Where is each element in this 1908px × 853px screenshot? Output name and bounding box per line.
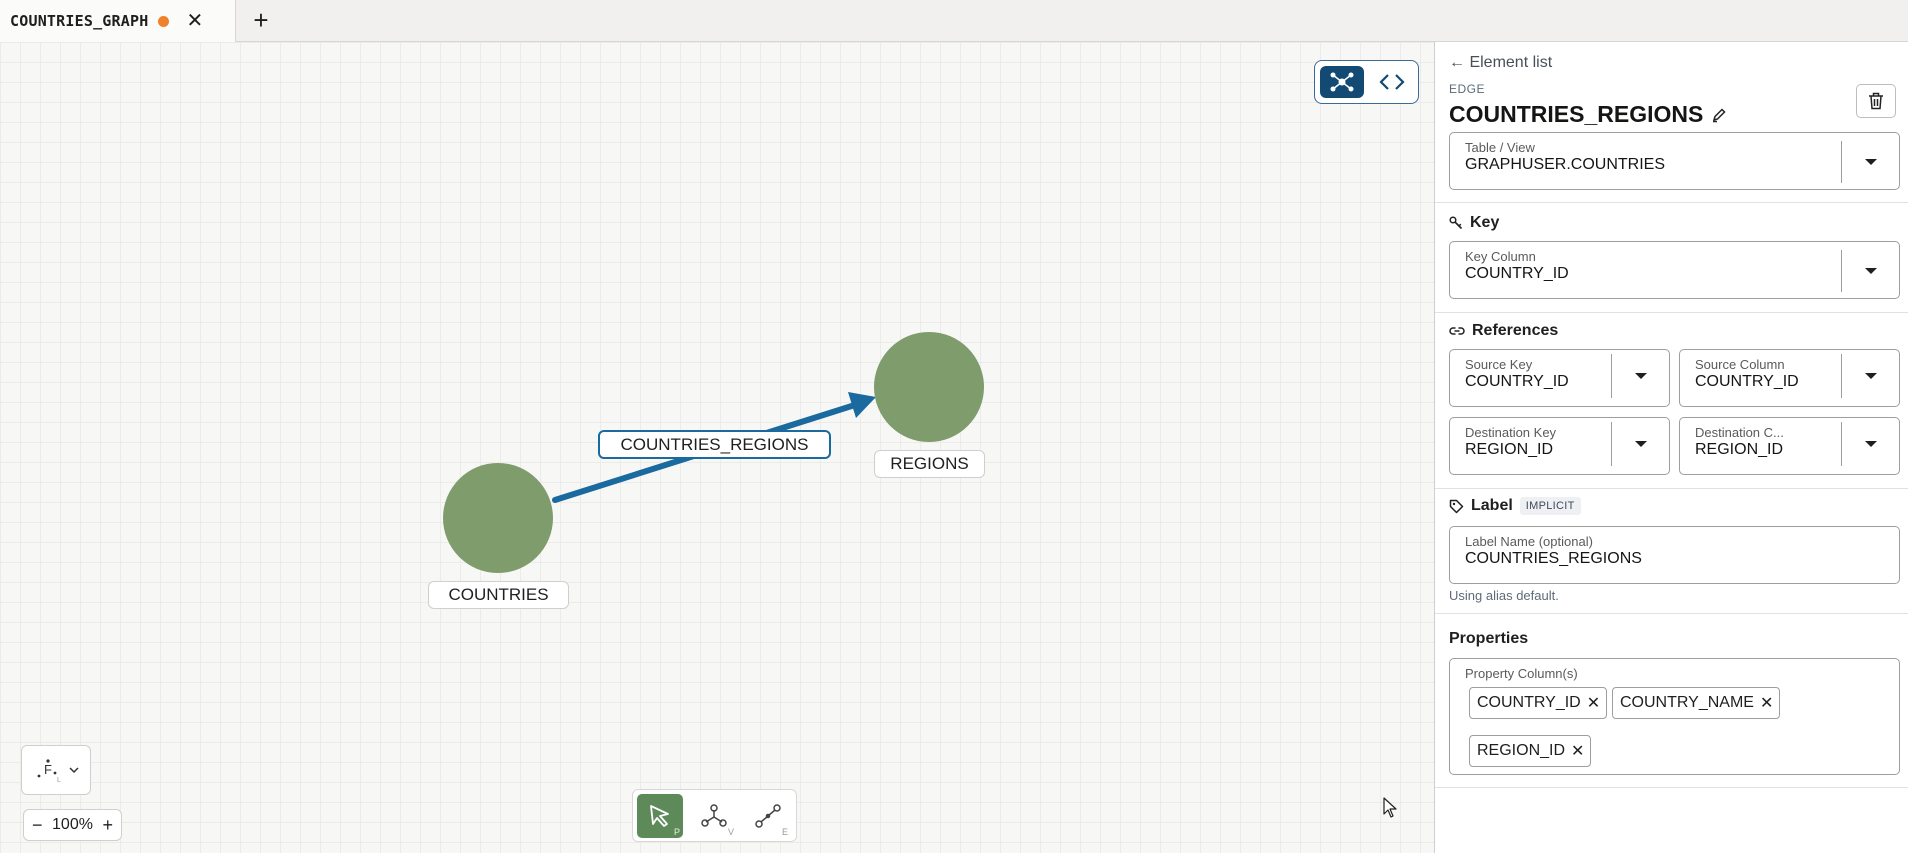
graph-network-icon <box>1330 72 1354 92</box>
vertex-tool-hint: V <box>727 827 734 837</box>
zoom-level: 100% <box>52 816 93 833</box>
edge-tool-hint: E <box>781 827 788 837</box>
select-tool-button[interactable]: P <box>637 794 683 838</box>
edge-label[interactable]: COUNTRIES_REGIONS <box>598 430 831 459</box>
source-key-select[interactable]: Source Key COUNTRY_ID <box>1449 349 1670 407</box>
property-columns-label: Property Column(s) <box>1465 666 1578 681</box>
property-columns-input[interactable]: Property Column(s) COUNTRY_ID ✕ COUNTRY_… <box>1449 658 1900 775</box>
chip-label: REGION_ID <box>1477 742 1566 759</box>
source-key-dropdown-icon[interactable] <box>1611 354 1669 398</box>
divider <box>1435 202 1908 203</box>
chevron-down-icon <box>69 767 79 774</box>
chip-label: COUNTRY_ID <box>1477 694 1581 711</box>
properties-heading-text: Properties <box>1449 630 1529 647</box>
destination-key-label: Destination Key <box>1465 425 1557 440</box>
edge-arrowhead <box>848 392 876 418</box>
link-icon <box>1449 327 1465 335</box>
key-column-value: COUNTRY_ID <box>1465 265 1569 282</box>
divider <box>1435 312 1908 313</box>
code-brackets-icon <box>1379 74 1405 90</box>
property-chip-country-name: COUNTRY_NAME ✕ <box>1612 687 1781 719</box>
destination-column-value: REGION_ID <box>1695 441 1784 458</box>
table-view-label: Table / View <box>1465 140 1535 155</box>
zoom-in-button[interactable]: + <box>102 815 113 836</box>
key-icon <box>1449 216 1463 230</box>
references-section-heading: References <box>1449 322 1558 340</box>
graph-drawing <box>443 332 984 573</box>
element-title-text: COUNTRIES_REGIONS <box>1449 101 1704 127</box>
destination-key-value: REGION_ID <box>1465 441 1554 458</box>
layout-icon: F L <box>37 759 61 783</box>
mouse-cursor-icon <box>1383 797 1397 818</box>
key-heading-text: Key <box>1470 214 1500 231</box>
element-properties-panel: ← Element list EDGE COUNTRIES_REGIONS Ta… <box>1434 42 1908 853</box>
source-key-label: Source Key <box>1465 357 1533 372</box>
source-column-dropdown-icon[interactable] <box>1841 354 1899 398</box>
chip-label: COUNTRY_NAME <box>1620 694 1754 711</box>
implicit-badge: IMPLICIT <box>1519 497 1581 515</box>
label-name-input[interactable]: Label Name (optional) COUNTRIES_REGIONS <box>1449 526 1900 584</box>
view-toggle <box>1314 60 1419 104</box>
node-regions[interactable] <box>874 332 984 442</box>
node-countries[interactable] <box>443 463 553 573</box>
destination-column-select[interactable]: Destination C... REGION_ID <box>1679 417 1900 475</box>
vertex-icon <box>701 804 727 827</box>
key-column-label: Key Column <box>1465 249 1536 264</box>
table-view-dropdown-icon[interactable] <box>1841 141 1899 183</box>
divider <box>1435 613 1908 614</box>
element-kind: EDGE <box>1449 82 1486 96</box>
remove-chip-icon[interactable]: ✕ <box>1587 693 1600 713</box>
table-view-value: GRAPHUSER.COUNTRIES <box>1465 156 1666 173</box>
label-name-label: Label Name (optional) <box>1465 534 1593 549</box>
zoom-control: − 100% + <box>23 809 122 841</box>
trash-icon <box>1869 92 1883 110</box>
destination-column-dropdown-icon[interactable] <box>1841 422 1899 466</box>
zoom-out-button[interactable]: − <box>32 815 43 836</box>
label-helper-text: Using alias default. <box>1449 588 1559 603</box>
destination-key-select[interactable]: Destination Key REGION_ID <box>1449 417 1670 475</box>
edge-icon <box>755 804 781 828</box>
property-chip-country-id: COUNTRY_ID ✕ <box>1469 687 1608 719</box>
source-column-label: Source Column <box>1695 357 1785 372</box>
table-view-select[interactable]: Table / View GRAPHUSER.COUNTRIES <box>1449 132 1900 190</box>
tag-icon <box>1449 499 1464 513</box>
source-column-value: COUNTRY_ID <box>1695 373 1799 390</box>
key-section-heading: Key <box>1449 214 1499 232</box>
svg-text:L: L <box>57 777 61 783</box>
tool-palette: P V E <box>632 789 797 842</box>
remove-chip-icon[interactable]: ✕ <box>1571 741 1584 761</box>
vertex-tool-button[interactable]: V <box>691 794 737 838</box>
source-column-select[interactable]: Source Column COUNTRY_ID <box>1679 349 1900 407</box>
label-section-heading: Label IMPLICIT <box>1449 497 1581 515</box>
delete-element-button[interactable] <box>1856 84 1896 118</box>
destination-column-label: Destination C... <box>1695 425 1784 440</box>
layout-menu-button[interactable]: F L <box>21 745 91 795</box>
select-tool-hint: P <box>673 827 680 837</box>
remove-chip-icon[interactable]: ✕ <box>1760 693 1773 713</box>
code-view-button[interactable] <box>1370 66 1414 98</box>
destination-key-dropdown-icon[interactable] <box>1611 422 1669 466</box>
key-column-dropdown-icon[interactable] <box>1841 250 1899 292</box>
pointer-icon <box>650 805 669 827</box>
key-column-select[interactable]: Key Column COUNTRY_ID <box>1449 241 1900 299</box>
node-label-regions[interactable]: REGIONS <box>874 450 985 478</box>
source-key-value: COUNTRY_ID <box>1465 373 1569 390</box>
label-heading-text: Label <box>1471 497 1513 514</box>
properties-section-heading: Properties <box>1449 630 1528 648</box>
divider <box>1435 488 1908 489</box>
back-to-element-list-link[interactable]: ← Element list <box>1449 54 1552 72</box>
element-title: COUNTRIES_REGIONS <box>1449 101 1727 128</box>
references-heading-text: References <box>1472 322 1559 339</box>
property-chip-region-id: REGION_ID ✕ <box>1469 735 1592 767</box>
divider <box>1435 787 1908 788</box>
graph-view-button[interactable] <box>1320 66 1364 98</box>
node-label-countries[interactable]: COUNTRIES <box>428 581 569 609</box>
svg-text:F: F <box>44 762 52 777</box>
label-name-value: COUNTRIES_REGIONS <box>1465 550 1642 567</box>
pencil-edit-icon[interactable] <box>1711 107 1727 123</box>
edge-tool-button[interactable]: E <box>745 794 791 838</box>
